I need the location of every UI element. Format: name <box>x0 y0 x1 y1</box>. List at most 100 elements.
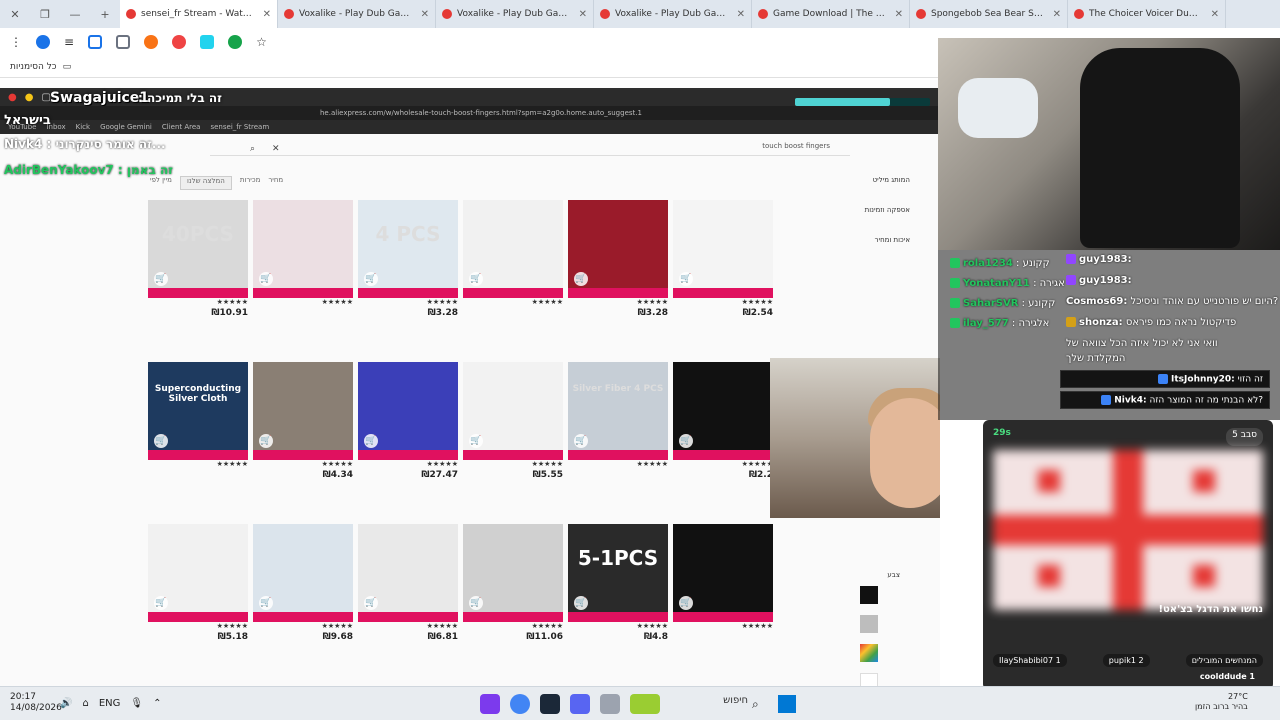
product-card[interactable]: 🛒 ★★★★★ ₪5.18 <box>148 524 248 674</box>
add-to-cart-icon[interactable]: 🛒 <box>679 596 693 610</box>
profile-icon[interactable] <box>36 35 50 49</box>
product-image[interactable]: 🛒 <box>358 362 458 460</box>
chat-username[interactable]: ilay_577 <box>963 318 1009 329</box>
product-card[interactable]: 🛒 ★★★★★ ₪11.06 <box>463 524 563 674</box>
discord-icon[interactable] <box>570 694 590 714</box>
chat-username[interactable]: YonatanY11 <box>963 278 1030 289</box>
add-to-cart-icon[interactable]: 🛒 <box>259 596 273 610</box>
tab-close-icon[interactable]: ✕ <box>1053 9 1061 20</box>
chrome-icon[interactable] <box>510 694 530 714</box>
product-image[interactable]: 🛒 <box>673 524 773 622</box>
product-image[interactable]: 🛒 <box>568 200 668 298</box>
tab-close-icon[interactable]: ✕ <box>579 9 587 20</box>
tray-expand-icon[interactable]: ⌃ <box>153 698 161 709</box>
product-image[interactable]: 🛒 <box>358 524 458 622</box>
product-image[interactable]: 🛒 <box>463 200 563 298</box>
sort-option-1[interactable]: המלצה שלנו <box>179 176 232 190</box>
add-to-cart-icon[interactable]: 🛒 <box>154 272 168 286</box>
sort-option-2[interactable]: מכירות <box>240 176 260 190</box>
product-image[interactable]: Silver Fiber 4 PCS 🛒 <box>568 362 668 460</box>
product-card[interactable]: 🛒 ★★★★★ ₪4.34 <box>253 362 353 512</box>
product-image[interactable]: 🛒 <box>148 524 248 622</box>
sort-option-0[interactable]: מיין לפי <box>150 176 172 190</box>
product-image[interactable]: 🛒 <box>463 362 563 460</box>
product-card[interactable]: 🛒 ★★★★★ <box>673 524 773 674</box>
product-card[interactable]: 🛒 ★★★★★ ₪2.2 <box>673 362 773 512</box>
tab-close-icon[interactable]: ✕ <box>895 9 903 20</box>
chat-username[interactable]: Nivk4: <box>1114 396 1146 406</box>
minimize-window-icon[interactable]: — <box>60 8 90 21</box>
browser-tab-5[interactable]: Spongebob Sea Bear Scene Dub ✕ <box>910 0 1068 28</box>
sort-option-3[interactable]: מחיר <box>268 176 283 190</box>
filter-section-2[interactable]: איכות ומחיר <box>800 236 910 244</box>
browser-tab-1[interactable]: Voxalike - Play Dub Game O ✕ <box>278 0 436 28</box>
product-card[interactable]: 🛒 ★★★★★ ₪2.54 <box>673 200 773 350</box>
stream-video[interactable]: ● ● ▢ Swagajuice1 : זה בלי תמיכה he.aliexp… <box>0 80 940 686</box>
tab-close-icon[interactable]: ✕ <box>737 9 745 20</box>
add-to-cart-icon[interactable]: 🛒 <box>469 596 483 610</box>
add-to-cart-icon[interactable]: 🛒 <box>469 272 483 286</box>
product-card[interactable]: Superconducting Silver Cloth 🛒 ★★★★★ <box>148 362 248 512</box>
add-to-cart-icon[interactable]: 🛒 <box>574 596 588 610</box>
extension-red-icon[interactable] <box>172 35 187 49</box>
product-card[interactable]: 🛒 ★★★★★ ₪27.47 <box>358 362 458 512</box>
add-to-cart-icon[interactable]: 🛒 <box>364 434 378 448</box>
browser-tab-3[interactable]: Voxalike - Play Dub Game Onli ✕ <box>594 0 752 28</box>
chat-username[interactable]: SaharSVR <box>963 298 1018 309</box>
windows-start-icon[interactable] <box>778 695 796 713</box>
extension-orange-icon[interactable] <box>144 35 159 49</box>
product-card[interactable]: Silver Fiber 4 PCS 🛒 ★★★★★ <box>568 362 668 512</box>
search-icon[interactable]: ⌕ <box>752 697 759 712</box>
bookmark-star-icon[interactable]: ☆ <box>256 35 267 49</box>
browser-tab-2[interactable]: Voxalike - Play Dub Game O ✕ <box>436 0 594 28</box>
product-card[interactable]: 🛒 ★★★★★ ₪3.28 <box>568 200 668 350</box>
add-to-cart-icon[interactable]: 🛒 <box>154 434 168 448</box>
app-icon-green[interactable] <box>630 694 660 714</box>
chat-username[interactable]: guy1983: <box>1079 275 1132 286</box>
product-image[interactable]: Superconducting Silver Cloth 🛒 <box>148 362 248 460</box>
add-to-cart-icon[interactable]: 🛒 <box>679 272 693 286</box>
product-card[interactable]: 🛒 ★★★★★ ₪5.55 <box>463 362 563 512</box>
chat-username[interactable]: ItsJohnny20: <box>1171 375 1235 385</box>
browser-tab-6[interactable]: The Choicer Voicer Dub Packs | ✕ <box>1068 0 1226 28</box>
tab-close-icon[interactable]: ✕ <box>1211 9 1219 20</box>
product-card[interactable]: 🛒 ★★★★★ <box>463 200 563 350</box>
language-indicator[interactable]: ENG <box>99 698 121 709</box>
add-to-cart-icon[interactable]: 🛒 <box>679 434 693 448</box>
extension-icon[interactable] <box>88 35 103 49</box>
add-to-cart-icon[interactable]: 🛒 <box>259 434 273 448</box>
clock[interactable]: 20:17 14/08/2026 <box>10 692 62 714</box>
product-card[interactable]: 🛒 ★★★★★ ₪6.81 <box>358 524 458 674</box>
product-card[interactable]: 40PCS 🛒 ★★★★★ ₪10.91 <box>148 200 248 350</box>
app-icon-purple[interactable] <box>480 694 500 714</box>
product-card[interactable]: 🛒 ★★★★★ ₪9.68 <box>253 524 353 674</box>
add-to-cart-icon[interactable]: 🛒 <box>364 596 378 610</box>
close-window-icon[interactable]: ✕ <box>0 8 30 21</box>
playlist-icon[interactable]: ≡ <box>64 35 74 49</box>
product-card[interactable]: 4 PCS 🛒 ★★★★★ ₪3.28 <box>358 200 458 350</box>
product-image[interactable]: 🛒 <box>253 524 353 622</box>
network-icon[interactable]: ⌂ <box>82 698 88 709</box>
browser-tab-0[interactable]: sensei_fr Stream - Watch Li ✕ <box>120 0 278 28</box>
extension-cyan-icon[interactable] <box>200 35 215 49</box>
new-tab-icon[interactable]: + <box>90 8 120 21</box>
all-bookmarks-label[interactable]: כל הסימניות <box>10 62 57 72</box>
filter-section-1[interactable]: אספקה וזמינות <box>800 206 910 214</box>
microphone-icon[interactable]: 🎙 <box>130 698 143 709</box>
add-to-cart-icon[interactable]: 🛒 <box>574 434 588 448</box>
product-image[interactable]: 5-1PCS 🛒 <box>568 524 668 622</box>
add-to-cart-icon[interactable]: 🛒 <box>574 272 588 286</box>
product-image[interactable]: 🛒 <box>253 362 353 460</box>
add-to-cart-icon[interactable]: 🛒 <box>364 272 378 286</box>
product-card[interactable]: 5-1PCS 🛒 ★★★★★ ₪4.8 <box>568 524 668 674</box>
filter-section-0[interactable]: המותג מיליט <box>800 176 910 184</box>
add-to-cart-icon[interactable]: 🛒 <box>469 434 483 448</box>
restore-window-icon[interactable]: ❐ <box>30 8 60 21</box>
chat-username[interactable]: shonza: <box>1079 317 1123 328</box>
add-to-cart-icon[interactable]: 🛒 <box>154 596 168 610</box>
tab-close-icon[interactable]: ✕ <box>263 9 271 20</box>
steam-icon[interactable] <box>540 694 560 714</box>
file-explorer-icon[interactable] <box>600 694 620 714</box>
menu-icon[interactable]: ⋮ <box>10 35 22 49</box>
weather-widget[interactable]: 27°C בהיר ברוב הזמן <box>1195 692 1248 712</box>
